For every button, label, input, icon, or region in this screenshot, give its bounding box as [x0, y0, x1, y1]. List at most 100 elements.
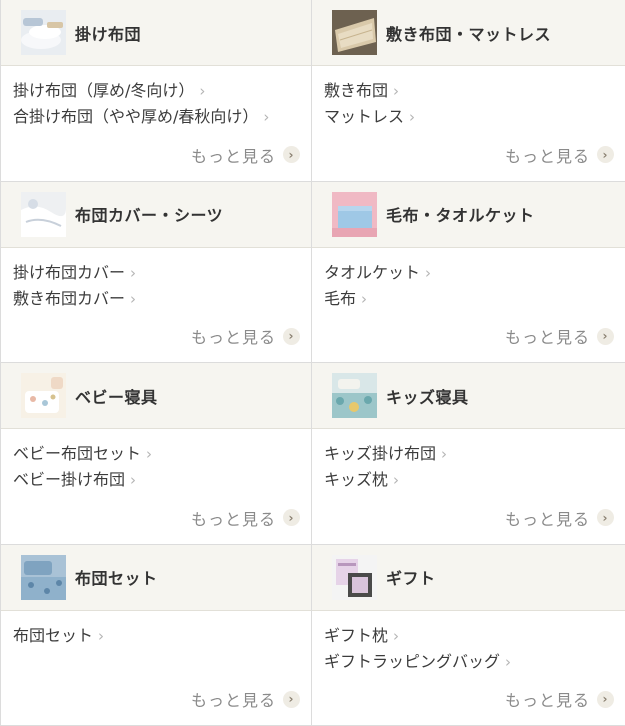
category-title: 掛け布団 [75, 24, 142, 44]
category-card-gift: ギフト ギフト枕 › ギフトラッピングバッグ › もっと見る › [312, 544, 625, 726]
chevron-right-icon: › [263, 108, 270, 126]
chevron-circle-icon: › [597, 690, 614, 708]
more-link[interactable]: もっと見る › [505, 324, 614, 348]
chevron-right-icon: › [199, 82, 206, 100]
subcategory-label: 敷き布団 [324, 81, 389, 100]
category-title: ベビー寝具 [75, 387, 158, 407]
subcategory-list: タオルケット › 毛布 › [312, 248, 625, 312]
more-label: もっと見る [504, 509, 590, 529]
subcategory-link[interactable]: 敷き布団カバー › [13, 286, 311, 312]
category-header[interactable]: ギフト [312, 544, 625, 611]
subcategory-label: キッズ枕 [324, 470, 389, 489]
chevron-circle-icon: › [597, 146, 614, 163]
chevron-right-icon: › [425, 263, 432, 282]
chevron-right-icon: › [130, 289, 137, 308]
subcategory-link[interactable]: ベビー掛け布団 › [13, 467, 311, 493]
subcategory-list: キッズ掛け布団 › キッズ枕 › [312, 429, 625, 493]
chevron-right-icon: › [393, 471, 400, 489]
mattress-photo-icon [332, 10, 377, 55]
subcategory-label: マットレス [324, 107, 405, 126]
subcategory-label: ギフトラッピングバッグ [324, 651, 501, 671]
subcategory-link[interactable]: マットレス › [324, 104, 625, 130]
more-link[interactable]: もっと見る › [505, 506, 614, 530]
category-title: 毛布・タオルケット [386, 206, 535, 225]
more-link[interactable]: もっと見る › [191, 687, 300, 711]
gift-photo-icon [332, 554, 377, 600]
category-header[interactable]: 毛布・タオルケット [312, 181, 625, 248]
subcategory-list: ベビー布団セット › ベビー掛け布団 › [1, 429, 311, 493]
category-title: 布団セット [75, 569, 158, 588]
subcategory-list: 掛け布団カバー › 敷き布団カバー › [1, 248, 311, 312]
chevron-right-icon: › [505, 652, 512, 671]
subcategory-link[interactable]: 布団セット › [13, 623, 311, 649]
subcategory-label: 掛け布団カバー [13, 262, 126, 282]
subcategory-link[interactable]: タオルケット › [324, 260, 625, 286]
comforter-photo-icon [21, 10, 66, 55]
more-label: もっと見る [190, 509, 276, 529]
category-title: キッズ寝具 [386, 387, 469, 407]
chevron-circle-icon: › [283, 509, 300, 526]
more-label: もっと見る [504, 691, 590, 710]
subcategory-list: 布団セット › [1, 611, 311, 649]
subcategory-list: 敷き布団 › マットレス › [312, 66, 625, 130]
subcategory-label: 合掛け布団（やや厚め/春秋向け） [13, 107, 259, 126]
more-link[interactable]: もっと見る › [505, 143, 614, 167]
subcategory-link[interactable]: キッズ枕 › [324, 467, 625, 493]
futon-set-photo-icon [21, 554, 66, 600]
chevron-right-icon: › [361, 289, 368, 308]
category-header[interactable]: 布団カバー・シーツ [1, 181, 311, 248]
subcategory-link[interactable]: 合掛け布団（やや厚め/春秋向け） › [13, 104, 311, 130]
category-grid: 掛け布団 掛け布団（厚め/冬向け） › 合掛け布団（やや厚め/春秋向け） › もっと… [0, 0, 625, 726]
subcategory-link[interactable]: キッズ掛け布団 › [324, 441, 625, 467]
chevron-circle-icon: › [283, 146, 300, 163]
subcategory-label: ベビー掛け布団 [13, 470, 126, 489]
category-card-futon-set: 布団セット 布団セット › もっと見る › [1, 544, 312, 726]
chevron-circle-icon: › [597, 327, 614, 345]
category-card-cover-sheet: 布団カバー・シーツ 掛け布団カバー › 敷き布団カバー › もっと見る › [1, 181, 312, 363]
subcategory-link[interactable]: ベビー布団セット › [13, 441, 311, 467]
chevron-circle-icon: › [597, 509, 614, 526]
category-card-kakefuton: 掛け布団 掛け布団（厚め/冬向け） › 合掛け布団（やや厚め/春秋向け） › もっと… [1, 0, 312, 182]
subcategory-link[interactable]: 掛け布団カバー › [13, 260, 311, 286]
chevron-right-icon: › [130, 471, 137, 489]
more-label: もっと見る [190, 691, 276, 710]
category-header[interactable]: 掛け布団 [1, 0, 311, 66]
category-title: ギフト [386, 569, 436, 588]
subcategory-label: ベビー布団セット [13, 444, 142, 463]
more-link[interactable]: もっと見る › [191, 324, 300, 348]
category-header[interactable]: キッズ寝具 [312, 363, 625, 429]
chevron-right-icon: › [146, 445, 153, 463]
subcategory-link[interactable]: 敷き布団 › [324, 78, 625, 104]
subcategory-label: 敷き布団カバー [13, 288, 126, 308]
subcategory-list: ギフト枕 › ギフトラッピングバッグ › [312, 611, 625, 675]
more-label: もっと見る [504, 328, 590, 347]
category-header[interactable]: 布団セット [1, 544, 311, 611]
chevron-right-icon: › [441, 445, 448, 463]
chevron-right-icon: › [130, 263, 137, 282]
subcategory-label: ギフト枕 [324, 625, 389, 645]
subcategory-link[interactable]: 毛布 › [324, 286, 625, 312]
subcategory-label: 毛布 [324, 288, 357, 308]
category-title: 敷き布団・マットレス [386, 24, 552, 44]
category-header[interactable]: 敷き布団・マットレス [312, 0, 625, 66]
more-link[interactable]: もっと見る › [191, 506, 300, 530]
subcategory-link[interactable]: 掛け布団（厚め/冬向け） › [13, 78, 311, 104]
category-card-baby-bedding: ベビー寝具 ベビー布団セット › ベビー掛け布団 › もっと見る › [1, 363, 312, 545]
kids-bedding-photo-icon [332, 373, 377, 418]
category-header[interactable]: ベビー寝具 [1, 363, 311, 429]
category-card-blanket: 毛布・タオルケット タオルケット › 毛布 › もっと見る › [312, 181, 625, 363]
subcategory-label: 布団セット [13, 625, 94, 645]
more-link[interactable]: もっと見る › [191, 143, 300, 167]
chevron-right-icon: › [393, 626, 400, 645]
more-label: もっと見る [504, 146, 590, 166]
category-card-shikifuton: 敷き布団・マットレス 敷き布団 › マットレス › もっと見る › [312, 0, 625, 182]
chevron-circle-icon: › [283, 327, 300, 345]
more-link[interactable]: もっと見る › [505, 687, 614, 711]
subcategory-link[interactable]: ギフトラッピングバッグ › [324, 649, 625, 675]
chevron-right-icon: › [409, 108, 416, 126]
subcategory-link[interactable]: ギフト枕 › [324, 623, 625, 649]
more-label: もっと見る [190, 146, 276, 166]
blanket-photo-icon [332, 191, 377, 237]
subcategory-list: 掛け布団（厚め/冬向け） › 合掛け布団（やや厚め/春秋向け） › [1, 66, 311, 130]
chevron-right-icon: › [98, 626, 105, 645]
